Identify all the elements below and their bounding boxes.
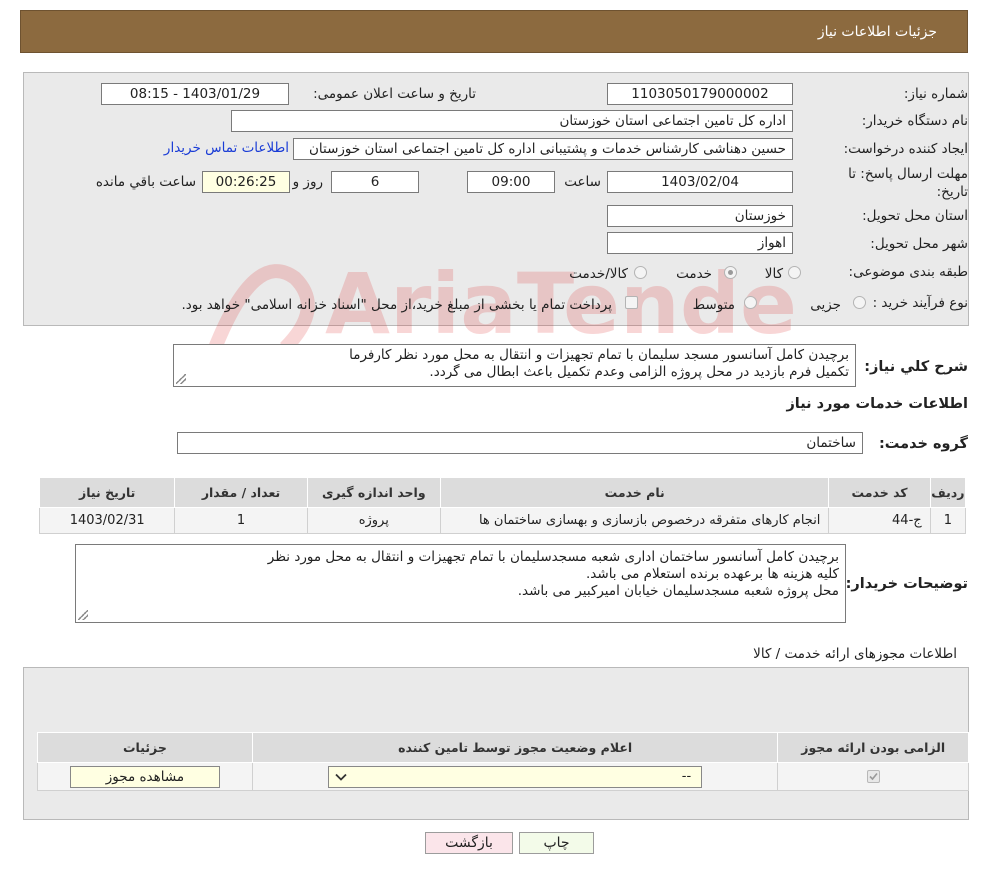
requester-field: حسین دهناشی کارشناس خدمات و پشتیبانی ادا… [293,138,793,160]
city-field: اهواز [607,232,793,254]
buyer-notes-label: توضیحات خریدار: [845,576,968,592]
buyer-notes-line-2: کلیه هزینه ها برعهده برنده استعلام می با… [586,566,839,582]
services-table: ردیف کد خدمت نام خدمت واحد اندازه گیری ت… [38,477,967,534]
col-unit: واحد اندازه گیری [306,477,441,508]
summary-label: شرح کلي نیاز: [864,359,968,375]
category-radio-goods[interactable] [788,266,801,279]
process-option-medium: متوسط [692,297,735,313]
process-type-label: نوع فرآیند خرید : [872,295,968,311]
service-group-field: ساختمان [177,432,863,454]
deadline-date-field: 1403/02/04 [607,171,793,193]
buyer-org-label: نام دستگاه خریدار: [861,113,968,129]
col-service-name: نام خدمت [439,477,830,508]
days-label: روز و [292,174,323,190]
cell-permit-details: مشاهده مجوز [37,762,253,791]
category-radio-goods-service[interactable] [634,266,647,279]
announce-date-field: 1403/01/29 - 08:15 [101,83,289,105]
permits-table-header: الزامی بودن ارائه مجوز اعلام وضعیت مجوز … [37,732,969,763]
treasury-checkbox[interactable] [625,296,638,309]
summary-line-1: برچیدن کامل آسانسور مسجد سلیمان با تمام … [349,347,849,363]
category-radio-service[interactable] [724,266,737,279]
permit-required-checkbox[interactable] [866,770,880,783]
resize-grip-icon[interactable] [176,374,186,384]
permit-status-select[interactable]: -- [328,765,703,788]
cell-need-date: 1403/02/31 [38,507,176,534]
cell-unit: پروژه [306,507,441,534]
category-option-goods-service: کالا/خدمت [569,266,628,282]
process-radio-minor[interactable] [853,296,866,309]
deadline-label-2: تاریخ: [936,184,968,200]
table-row: -- مشاهده مجوز [37,762,969,791]
buyer-contact-link[interactable]: اطلاعات تماس خریدار [164,140,289,156]
resize-grip-icon[interactable] [78,610,88,620]
services-table-header: ردیف کد خدمت نام خدمت واحد اندازه گیری ت… [38,477,967,508]
announce-date-label: تاریخ و ساعت اعلان عمومی: [313,86,476,102]
chevron-down-icon [335,773,347,781]
col-permit-details: جزئیات [37,732,253,763]
col-permit-status: اعلام وضعیت مجوز توسط تامین کننده [251,732,779,763]
buyer-notes-line-1: برچیدن کامل آسانسور ساختمان اداری شعبه م… [267,549,839,565]
service-group-label: گروه خدمت: [878,436,968,452]
permits-section-title: اطلاعات مجوزهای ارائه خدمت / کالا [753,646,957,662]
page-header: جزئیات اطلاعات نیاز [20,10,968,53]
buyer-notes-textarea[interactable]: برچیدن کامل آسانسور ساختمان اداری شعبه م… [75,544,846,623]
col-quantity: تعداد / مقدار [174,477,308,508]
col-service-code: کد خدمت [828,477,931,508]
category-label: طبقه بندی موضوعی: [848,264,968,280]
cell-service-code: ج-44 [828,507,931,534]
check-icon [869,772,878,781]
process-option-minor: جزیی [810,297,841,313]
cell-permit-status: -- [251,762,779,791]
days-remaining-field: 6 [331,171,419,193]
permits-table: الزامی بودن ارائه مجوز اعلام وضعیت مجوز … [37,732,969,791]
services-section-title: اطلاعات خدمات مورد نیاز [786,396,968,412]
col-need-date: تاریخ نیاز [38,477,176,508]
print-button[interactable]: چاپ [519,832,594,854]
col-permit-required: الزامی بودن ارائه مجوز [777,732,969,763]
cell-quantity: 1 [174,507,308,534]
cell-permit-required [777,762,969,791]
cell-service-name: انجام کارهای متفرقه درخصوص بازسازی و بهس… [439,507,830,534]
need-number-label: شماره نیاز: [903,86,968,102]
cell-row-number: 1 [929,507,967,534]
buyer-org-field: اداره کل تامین اجتماعی استان خوزستان [231,110,793,132]
permit-status-value: -- [681,768,692,784]
province-field: خوزستان [607,205,793,227]
summary-line-2: تکمیل فرم بازدید در محل پروژه الزامی وعد… [429,364,849,380]
deadline-time-label: ساعت [564,174,601,190]
col-row-number: ردیف [929,477,967,508]
summary-textarea[interactable]: برچیدن کامل آسانسور مسجد سلیمان با تمام … [173,344,856,387]
category-option-goods: کالا [764,266,783,282]
process-radio-medium[interactable] [744,296,757,309]
time-remaining-field: 00:26:25 [202,171,290,193]
table-row: 1 ج-44 انجام کارهای متفرقه درخصوص بازساز… [38,507,967,534]
treasury-note: پرداخت تمام یا بخشی از مبلغ خرید،از محل … [181,297,612,313]
requester-label: ایجاد کننده درخواست: [843,141,968,157]
buyer-notes-line-3: محل پروژه شعبه مسجدسلیمان خیابان امیرکبی… [517,583,839,599]
deadline-time-field: 09:00 [467,171,555,193]
deadline-label: مهلت ارسال پاسخ: تا [848,166,968,182]
time-remaining-label: ساعت باقي مانده [95,174,196,190]
need-number-field: 1103050179000002 [607,83,793,105]
page-title: جزئیات اطلاعات نیاز [817,24,937,40]
category-option-service: خدمت [676,266,712,282]
back-button[interactable]: بازگشت [425,832,513,854]
view-permit-button[interactable]: مشاهده مجوز [69,765,220,788]
province-label: استان محل تحویل: [862,208,968,224]
city-label: شهر محل تحویل: [870,236,968,252]
